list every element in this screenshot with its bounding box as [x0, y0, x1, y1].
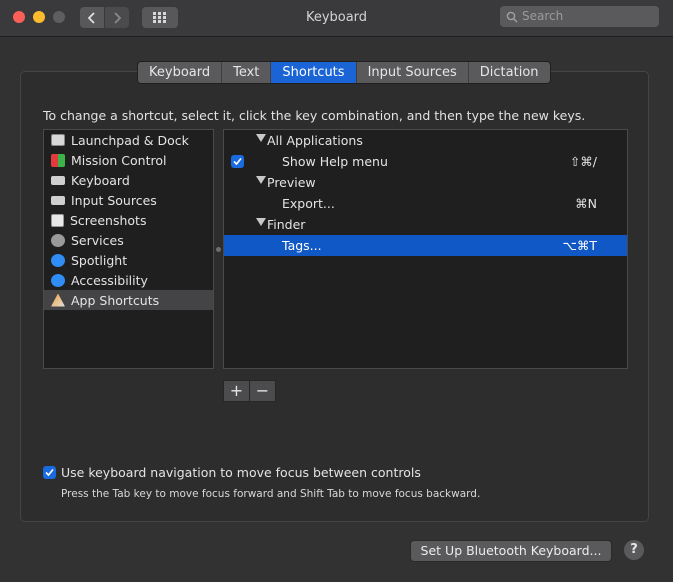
category-item-input-sources[interactable]: Input Sources	[44, 190, 213, 210]
checkmark-icon	[45, 468, 54, 477]
shortcut-enabled-checkbox[interactable]	[231, 155, 244, 168]
spotlight-icon	[51, 253, 65, 267]
help-button[interactable]: ?	[624, 540, 644, 560]
category-label: Services	[71, 232, 124, 248]
disclosure-triangle-icon[interactable]	[256, 218, 266, 226]
search-placeholder: Search	[522, 9, 564, 23]
category-label: Screenshots	[70, 212, 147, 228]
shortcut-list: All Applications Show Help menu ⇧⌘/ Prev…	[223, 129, 628, 369]
shortcut-key[interactable]: ⌘N	[575, 196, 597, 211]
category-item-launchpad-dock[interactable]: Launchpad & Dock	[44, 130, 213, 150]
instruction-text: To change a shortcut, select it, click t…	[43, 108, 586, 123]
shortcut-row-tags[interactable]: Tags... ⌥⌘T	[224, 235, 627, 256]
keyboard-navigation-checkbox[interactable]	[43, 466, 56, 479]
shortcut-row-export[interactable]: Export... ⌘N	[224, 193, 627, 214]
tab-bar: Keyboard Text Shortcuts Input Sources Di…	[137, 61, 551, 84]
tab-input-sources[interactable]: Input Sources	[357, 62, 469, 83]
keyboard-icon	[51, 175, 65, 185]
category-label: Spotlight	[71, 252, 128, 268]
keyboard-navigation-label[interactable]: Use keyboard navigation to move focus be…	[61, 465, 421, 480]
shortcut-row-show-help-menu[interactable]: Show Help menu ⇧⌘/	[224, 151, 627, 172]
tab-keyboard[interactable]: Keyboard	[138, 62, 223, 83]
setup-bluetooth-keyboard-button[interactable]: Set Up Bluetooth Keyboard...	[410, 540, 612, 562]
category-item-spotlight[interactable]: Spotlight	[44, 250, 213, 270]
tab-dictation[interactable]: Dictation	[469, 62, 550, 83]
shortcut-label: Show Help menu	[282, 154, 388, 169]
accessibility-icon	[51, 273, 65, 287]
category-label: App Shortcuts	[71, 292, 160, 308]
category-label: Keyboard	[71, 172, 130, 188]
group-row-preview[interactable]: Preview	[224, 172, 627, 193]
shortcut-key[interactable]: ⇧⌘/	[570, 154, 597, 169]
shortcut-key[interactable]: ⌥⌘T	[562, 238, 597, 253]
app-shortcuts-icon	[51, 293, 65, 307]
shortcut-category-list: Launchpad & Dock Mission Control Keyboar…	[43, 129, 214, 369]
split-view-divider[interactable]	[216, 247, 221, 252]
add-shortcut-button[interactable]: +	[223, 380, 250, 402]
tab-shortcuts[interactable]: Shortcuts	[271, 62, 357, 83]
mission-control-icon	[51, 153, 65, 167]
search-field[interactable]: Search	[500, 6, 659, 27]
checkmark-icon	[233, 157, 242, 166]
category-label: Accessibility	[71, 272, 148, 288]
category-item-keyboard[interactable]: Keyboard	[44, 170, 213, 190]
group-row-all-applications[interactable]: All Applications	[224, 130, 627, 151]
disclosure-triangle-icon[interactable]	[256, 176, 266, 184]
group-label: All Applications	[267, 133, 363, 148]
category-label: Launchpad & Dock	[71, 132, 189, 148]
gear-icon	[51, 233, 65, 247]
title-bar: Keyboard Search	[0, 0, 673, 37]
shortcut-label: Tags...	[282, 238, 322, 253]
category-label: Input Sources	[71, 192, 157, 208]
category-item-app-shortcuts[interactable]: App Shortcuts	[44, 290, 213, 310]
category-item-mission-control[interactable]: Mission Control	[44, 150, 213, 170]
tab-text[interactable]: Text	[222, 62, 272, 83]
keyboard-navigation-hint: Press the Tab key to move focus forward …	[61, 488, 481, 500]
screenshots-icon	[51, 213, 64, 227]
category-item-services[interactable]: Services	[44, 230, 213, 250]
shortcut-label: Export...	[282, 196, 335, 211]
category-label: Mission Control	[71, 152, 167, 168]
group-row-finder[interactable]: Finder	[224, 214, 627, 235]
launchpad-dock-icon	[51, 134, 65, 146]
group-label: Finder	[267, 217, 306, 232]
category-item-accessibility[interactable]: Accessibility	[44, 270, 213, 290]
search-icon	[506, 11, 518, 23]
disclosure-triangle-icon[interactable]	[256, 134, 266, 142]
remove-shortcut-button[interactable]: −	[249, 380, 276, 402]
input-sources-icon	[51, 195, 65, 205]
category-item-screenshots[interactable]: Screenshots	[44, 210, 213, 230]
group-label: Preview	[267, 175, 316, 190]
